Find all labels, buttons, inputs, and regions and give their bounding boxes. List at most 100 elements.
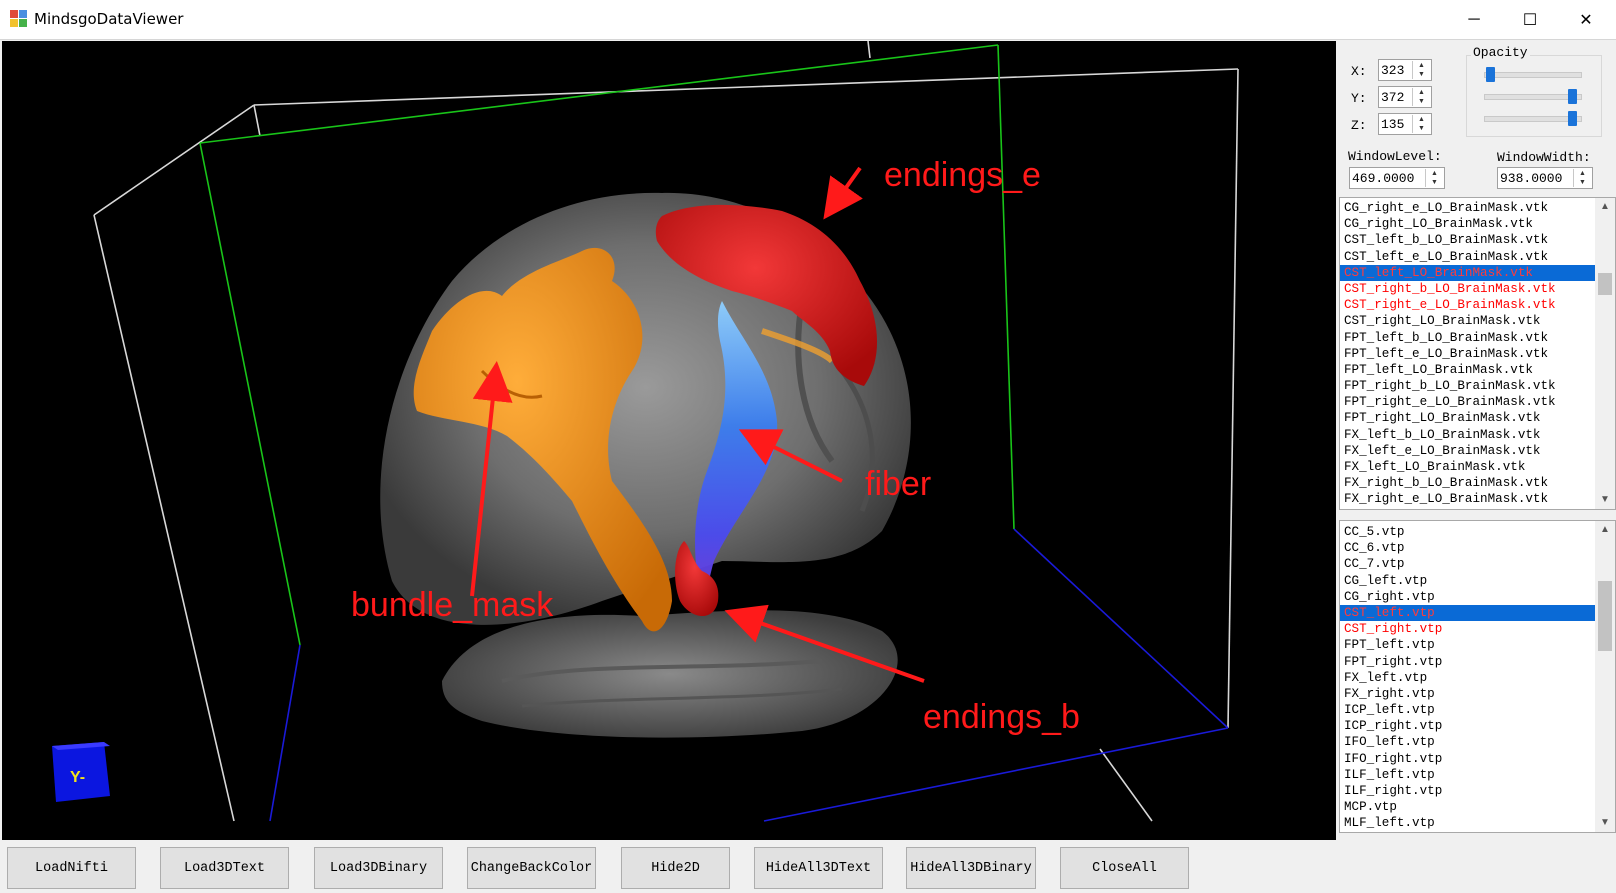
window-level-input[interactable]: [1352, 170, 1422, 186]
window-width-stepper[interactable]: ▲ ▼: [1573, 169, 1591, 187]
close-button[interactable]: ✕: [1558, 0, 1614, 39]
slider-thumb[interactable]: [1567, 89, 1577, 104]
list-item[interactable]: CST_left_LO_BrainMask.vtk: [1340, 264, 1615, 281]
hide-2d-button[interactable]: Hide2D: [621, 847, 730, 889]
list-item[interactable]: FX_left_LO_BrainMask.vtk: [1340, 459, 1615, 475]
z-label: Z:: [1351, 118, 1367, 133]
annotation-endings-b: endings_b: [923, 698, 1080, 736]
list-item[interactable]: FPT_left.vtp: [1340, 637, 1615, 653]
render-viewport[interactable]: endings_e fiber bundle_mask endings_b Y-: [2, 41, 1336, 840]
orientation-cube[interactable]: Y-: [48, 738, 116, 804]
list-item[interactable]: CST_left_b_LO_BrainMask.vtk: [1340, 232, 1615, 248]
slider-thumb[interactable]: [1485, 67, 1495, 82]
title-bar: MindsgoDataViewer ─ ☐ ✕: [0, 0, 1616, 40]
list-item[interactable]: FPT_left_LO_BrainMask.vtk: [1340, 362, 1615, 378]
list-item[interactable]: FX_left.vtp: [1340, 670, 1615, 686]
list-item[interactable]: IFO_left.vtp: [1340, 734, 1615, 750]
window-width-label: WindowWidth:: [1497, 150, 1591, 165]
slider-track: [1484, 72, 1582, 78]
window-title: MindsgoDataViewer: [34, 10, 184, 28]
list-item[interactable]: CC_6.vtp: [1340, 540, 1615, 556]
list-item[interactable]: MCP.vtp: [1340, 799, 1615, 815]
close-all-button[interactable]: CloseAll: [1060, 847, 1189, 889]
load-3d-text-button[interactable]: Load3DText: [160, 847, 289, 889]
scene-render: [93, 41, 1239, 822]
z-spinbox[interactable]: ▲▼: [1378, 113, 1432, 135]
maximize-icon: ☐: [1522, 11, 1538, 29]
list-item[interactable]: FX_right_b_LO_BrainMask.vtk: [1340, 475, 1615, 491]
opacity-label: Opacity: [1471, 45, 1530, 60]
y-input[interactable]: [1381, 89, 1409, 105]
list-item[interactable]: ILF_left.vtp: [1340, 767, 1615, 783]
load-nifti-button[interactable]: LoadNifti: [7, 847, 136, 889]
x-input[interactable]: [1381, 62, 1409, 78]
list-item[interactable]: CG_right_e_LO_BrainMask.vtk: [1340, 200, 1615, 216]
annotation-endings-e: endings_e: [884, 156, 1041, 194]
list-item[interactable]: ICP_left.vtp: [1340, 702, 1615, 718]
annotation-fiber: fiber: [865, 465, 932, 503]
list-item[interactable]: CST_left_e_LO_BrainMask.vtk: [1340, 249, 1615, 265]
minimize-button[interactable]: ─: [1446, 0, 1502, 39]
list-item[interactable]: FPT_left_b_LO_BrainMask.vtk: [1340, 330, 1615, 346]
list-item[interactable]: CG_right.vtp: [1340, 589, 1615, 605]
list-item[interactable]: CST_left.vtp: [1340, 604, 1615, 622]
y-spinbox[interactable]: ▲▼: [1378, 86, 1432, 108]
list-item[interactable]: ILF_right.vtp: [1340, 783, 1615, 799]
fiber-file-list[interactable]: CC_5.vtp CC_6.vtp CC_7.vtp CG_left.vtp CG_ri…: [1339, 520, 1616, 833]
app-icon: [10, 10, 27, 27]
close-icon: ✕: [1579, 11, 1593, 29]
change-back-color-button[interactable]: ChangeBackColor: [467, 847, 596, 889]
orientation-cube-label: Y-: [70, 769, 85, 786]
list-item[interactable]: FX_right.vtp: [1340, 686, 1615, 702]
list-item[interactable]: CC_7.vtp: [1340, 556, 1615, 572]
list-item[interactable]: CG_left.vtp: [1340, 573, 1615, 589]
scroll-thumb[interactable]: [1598, 273, 1612, 295]
list-item[interactable]: FPT_left_e_LO_BrainMask.vtk: [1340, 346, 1615, 362]
hide-all-3d-binary-button[interactable]: HideAll3DBinary: [906, 847, 1036, 889]
z-input[interactable]: [1381, 116, 1409, 132]
minimize-icon: ─: [1468, 10, 1480, 28]
x-label: X:: [1351, 64, 1367, 79]
list-item[interactable]: FPT_right_e_LO_BrainMask.vtk: [1340, 394, 1615, 410]
mask-list-scrollbar[interactable]: ▲ ▼: [1595, 198, 1615, 509]
scroll-down-icon[interactable]: ▼: [1595, 814, 1615, 832]
z-stepper[interactable]: ▲ ▼: [1412, 115, 1430, 133]
list-item[interactable]: FPT_right.vtp: [1340, 654, 1615, 670]
hide-all-3d-text-button[interactable]: HideAll3DText: [754, 847, 883, 889]
x-spinbox[interactable]: ▲▼: [1378, 59, 1432, 81]
window-level-spinbox[interactable]: ▲▼: [1349, 167, 1445, 189]
list-item[interactable]: CST_right_e_LO_BrainMask.vtk: [1340, 297, 1615, 313]
list-item[interactable]: FX_left_b_LO_BrainMask.vtk: [1340, 427, 1615, 443]
x-stepper[interactable]: ▲ ▼: [1412, 61, 1430, 79]
opacity-slider-2[interactable]: [1484, 89, 1582, 105]
list-item[interactable]: CC_5.vtp: [1340, 524, 1615, 540]
maximize-button[interactable]: ☐: [1502, 0, 1558, 39]
y-stepper[interactable]: ▲ ▼: [1412, 88, 1430, 106]
window-width-spinbox[interactable]: ▲▼: [1497, 167, 1593, 189]
list-item[interactable]: MLF_left.vtp: [1340, 815, 1615, 831]
list-item[interactable]: IFO_right.vtp: [1340, 751, 1615, 767]
opacity-slider-3[interactable]: [1484, 111, 1582, 127]
list-item[interactable]: CST_right_LO_BrainMask.vtk: [1340, 313, 1615, 329]
list-item[interactable]: FPT_right_LO_BrainMask.vtk: [1340, 410, 1615, 426]
window-level-stepper[interactable]: ▲ ▼: [1425, 169, 1443, 187]
list-item[interactable]: ICP_right.vtp: [1340, 718, 1615, 734]
list-item[interactable]: FPT_right_b_LO_BrainMask.vtk: [1340, 378, 1615, 394]
opacity-slider-1[interactable]: [1484, 67, 1582, 83]
list-item[interactable]: FX_left_e_LO_BrainMask.vtk: [1340, 443, 1615, 459]
slider-thumb[interactable]: [1567, 111, 1577, 126]
fiber-file-items: CC_5.vtp CC_6.vtp CC_7.vtp CG_left.vtp CG_ri…: [1340, 521, 1615, 832]
scroll-thumb[interactable]: [1598, 581, 1612, 651]
scroll-up-icon[interactable]: ▲: [1595, 521, 1615, 539]
scroll-up-icon[interactable]: ▲: [1595, 198, 1615, 216]
list-item[interactable]: CST_right.vtp: [1340, 621, 1615, 637]
list-item[interactable]: FX_right_e_LO_BrainMask.vtk: [1340, 491, 1615, 507]
mask-file-list[interactable]: CG_right_e_LO_BrainMask.vtk CG_right_LO_B…: [1339, 197, 1616, 510]
list-item[interactable]: CG_right_LO_BrainMask.vtk: [1340, 216, 1615, 232]
load-3d-binary-button[interactable]: Load3DBinary: [314, 847, 443, 889]
window-width-input[interactable]: [1500, 170, 1570, 186]
list-item[interactable]: CST_right_b_LO_BrainMask.vtk: [1340, 281, 1615, 297]
mask-file-items: CG_right_e_LO_BrainMask.vtk CG_right_LO_B…: [1340, 198, 1615, 508]
fiber-list-scrollbar[interactable]: ▲ ▼: [1595, 521, 1615, 832]
scroll-down-icon[interactable]: ▼: [1595, 491, 1615, 509]
